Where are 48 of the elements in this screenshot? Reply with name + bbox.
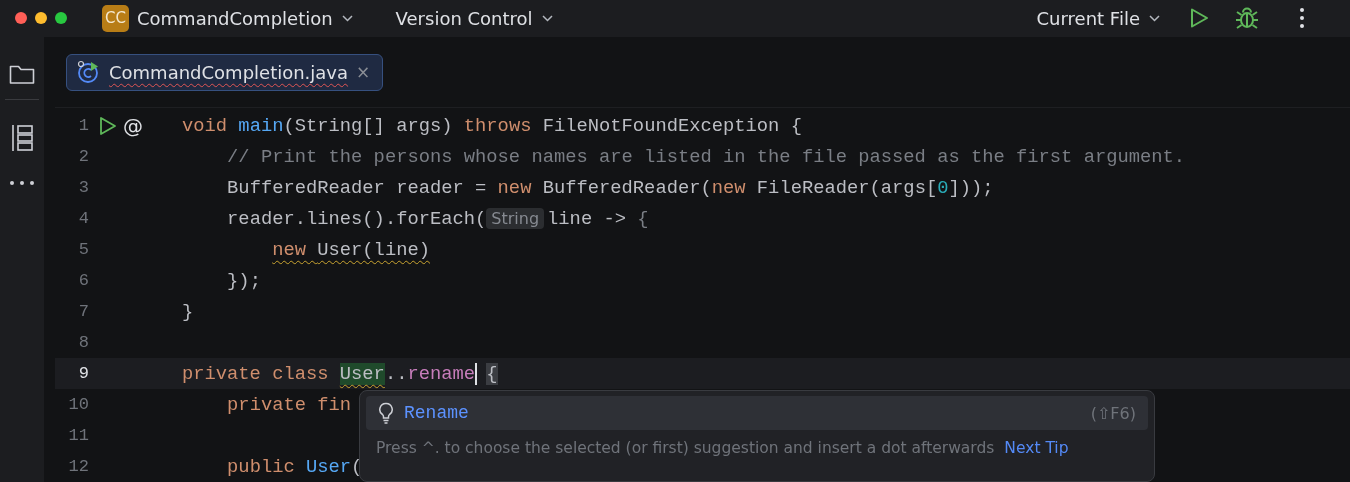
close-icon[interactable]: ×	[356, 62, 371, 82]
line-number: 11	[67, 426, 89, 445]
line-number: 6	[77, 271, 89, 290]
line-number: 9	[77, 364, 89, 383]
completion-item[interactable]: Rename (⇧F6)	[366, 396, 1148, 430]
line-number: 3	[77, 178, 89, 197]
more-icon[interactable]	[9, 180, 35, 186]
line-number: 2	[77, 147, 89, 166]
run-icon[interactable]	[1189, 7, 1209, 29]
folder-icon[interactable]	[9, 63, 35, 85]
gutter-mark[interactable]: @	[123, 113, 143, 138]
run-config-selector[interactable]: Current File	[1036, 7, 1161, 29]
project-selector[interactable]: CC CommandCompletion	[102, 4, 354, 32]
chevron-down-icon	[1148, 12, 1161, 24]
lightbulb-icon	[378, 402, 394, 424]
code-line: });	[226, 269, 261, 292]
code-line: private fin	[226, 393, 352, 416]
code-line: private class User..rename {	[181, 362, 498, 385]
line-number: 7	[77, 302, 89, 321]
structure-icon[interactable]	[10, 124, 34, 152]
code-line: BufferedReader reader = new BufferedReader(new FileReader(args[0]));	[226, 176, 994, 199]
code-line: public User(	[226, 455, 363, 478]
code-line: }	[181, 300, 194, 323]
project-badge: CC	[102, 4, 129, 32]
editor-tab[interactable]: CommandCompletion.java ×	[66, 53, 384, 91]
run-icon[interactable]	[99, 115, 117, 136]
shortcut-label: (⇧F6)	[1090, 403, 1136, 423]
code-line: new User(line)	[271, 238, 430, 261]
line-number: 12	[67, 457, 89, 476]
code-line: reader.lines().forEach( String line -> {	[226, 207, 649, 230]
bug-icon[interactable]	[1235, 6, 1259, 30]
line-number: 4	[77, 209, 89, 228]
java-class-icon	[77, 60, 101, 84]
chevron-down-icon	[540, 12, 554, 24]
vcs-menu[interactable]: Version Control	[395, 7, 554, 29]
code-line: void main(String[] args) throws FileNotFoundException {	[181, 114, 802, 137]
line-number: 10	[67, 395, 89, 414]
minimize-button[interactable]	[35, 12, 47, 24]
maximize-button[interactable]	[55, 12, 67, 24]
line-number: 1	[77, 116, 89, 135]
code-line: // Print the persons whose names are listed in the file passed as the first argument.	[226, 145, 1186, 168]
close-button[interactable]	[15, 12, 27, 24]
next-tip-link[interactable]: Next Tip	[1004, 439, 1069, 457]
hint-text: Press ^. to choose the selected (or first) suggestion and insert a dot afterwards	[376, 439, 995, 457]
chevron-down-icon	[340, 12, 354, 24]
line-number: 8	[77, 333, 89, 352]
more-icon[interactable]	[1299, 7, 1305, 29]
line-number: 5	[77, 240, 89, 259]
